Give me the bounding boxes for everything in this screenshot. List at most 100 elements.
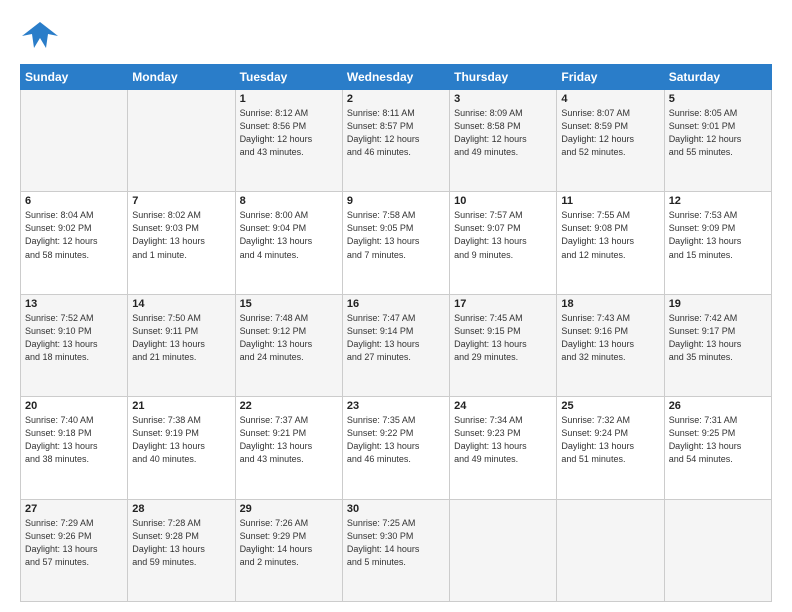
header <box>20 18 772 54</box>
calendar-cell <box>664 499 771 601</box>
day-info: Sunrise: 7:43 AM Sunset: 9:16 PM Dayligh… <box>561 312 659 364</box>
day-info: Sunrise: 8:11 AM Sunset: 8:57 PM Dayligh… <box>347 107 445 159</box>
day-number: 3 <box>454 93 552 105</box>
weekday-header-friday: Friday <box>557 65 664 90</box>
logo <box>20 18 64 54</box>
calendar-cell: 24 Sunrise: 7:34 AM Sunset: 9:23 PM Dayli… <box>450 397 557 499</box>
day-info: Sunrise: 7:26 AM Sunset: 9:29 PM Dayligh… <box>240 517 338 569</box>
day-number: 29 <box>240 503 338 515</box>
calendar-cell: 27Sunrise: 7:29 AM Sunset: 9:26 PM Dayli… <box>21 499 128 601</box>
day-info: Sunrise: 8:04 AM Sunset: 9:02 PM Dayligh… <box>25 209 123 261</box>
day-info: Sunrise: 8:02 AM Sunset: 9:03 PM Dayligh… <box>132 209 230 261</box>
day-number: 15 <box>240 298 338 310</box>
day-number: 26 <box>669 400 767 412</box>
calendar-cell: 9Sunrise: 7:58 AM Sunset: 9:05 PM Daylig… <box>342 192 449 294</box>
calendar-cell: 13 Sunrise: 7:52 AM Sunset: 9:10 PM Dayli… <box>21 294 128 396</box>
calendar-cell <box>21 90 128 192</box>
day-number: 23 <box>347 400 445 412</box>
day-number: 21 <box>132 400 230 412</box>
calendar-cell: 4 Sunrise: 8:07 AM Sunset: 8:59 PM Daylig… <box>557 90 664 192</box>
day-number: 1 <box>240 93 338 105</box>
weekday-header-row: SundayMondayTuesdayWednesdayThursdayFrid… <box>21 65 772 90</box>
day-info: Sunrise: 8:00 AM Sunset: 9:04 PM Dayligh… <box>240 209 338 261</box>
calendar-cell <box>128 90 235 192</box>
day-info: Sunrise: 7:28 AM Sunset: 9:28 PM Dayligh… <box>132 517 230 569</box>
day-info: Sunrise: 7:52 AM Sunset: 9:10 PM Dayligh… <box>25 312 123 364</box>
day-number: 17 <box>454 298 552 310</box>
day-info: Sunrise: 7:31 AM Sunset: 9:25 PM Dayligh… <box>669 414 767 466</box>
weekday-header-monday: Monday <box>128 65 235 90</box>
calendar-cell: 1 Sunrise: 8:12 AM Sunset: 8:56 PM Daylig… <box>235 90 342 192</box>
day-info: Sunrise: 7:25 AM Sunset: 9:30 PM Dayligh… <box>347 517 445 569</box>
calendar-week-1: 1 Sunrise: 8:12 AM Sunset: 8:56 PM Daylig… <box>21 90 772 192</box>
day-info: Sunrise: 7:45 AM Sunset: 9:15 PM Dayligh… <box>454 312 552 364</box>
calendar-cell: 28 Sunrise: 7:28 AM Sunset: 9:28 PM Dayli… <box>128 499 235 601</box>
day-info: Sunrise: 7:37 AM Sunset: 9:21 PM Dayligh… <box>240 414 338 466</box>
calendar-cell: 3 Sunrise: 8:09 AM Sunset: 8:58 PM Daylig… <box>450 90 557 192</box>
day-number: 2 <box>347 93 445 105</box>
day-number: 13 <box>25 298 123 310</box>
calendar-cell: 15 Sunrise: 7:48 AM Sunset: 9:12 PM Dayli… <box>235 294 342 396</box>
calendar-cell: 10 Sunrise: 7:57 AM Sunset: 9:07 PM Dayli… <box>450 192 557 294</box>
calendar-cell: 21 Sunrise: 7:38 AM Sunset: 9:19 PM Dayli… <box>128 397 235 499</box>
day-info: Sunrise: 7:57 AM Sunset: 9:07 PM Dayligh… <box>454 209 552 261</box>
calendar-cell: 19Sunrise: 7:42 AM Sunset: 9:17 PM Dayli… <box>664 294 771 396</box>
calendar-cell: 29 Sunrise: 7:26 AM Sunset: 9:29 PM Dayli… <box>235 499 342 601</box>
day-info: Sunrise: 7:47 AM Sunset: 9:14 PM Dayligh… <box>347 312 445 364</box>
calendar-cell: 5 Sunrise: 8:05 AM Sunset: 9:01 PM Daylig… <box>664 90 771 192</box>
calendar-week-4: 20 Sunrise: 7:40 AM Sunset: 9:18 PM Dayli… <box>21 397 772 499</box>
calendar-cell: 8Sunrise: 8:00 AM Sunset: 9:04 PM Daylig… <box>235 192 342 294</box>
day-info: Sunrise: 8:12 AM Sunset: 8:56 PM Dayligh… <box>240 107 338 159</box>
day-info: Sunrise: 7:38 AM Sunset: 9:19 PM Dayligh… <box>132 414 230 466</box>
calendar-cell: 11 Sunrise: 7:55 AM Sunset: 9:08 PM Dayli… <box>557 192 664 294</box>
day-info: Sunrise: 7:50 AM Sunset: 9:11 PM Dayligh… <box>132 312 230 364</box>
day-number: 28 <box>132 503 230 515</box>
day-number: 20 <box>25 400 123 412</box>
weekday-header-wednesday: Wednesday <box>342 65 449 90</box>
day-info: Sunrise: 7:55 AM Sunset: 9:08 PM Dayligh… <box>561 209 659 261</box>
day-number: 16 <box>347 298 445 310</box>
calendar-cell: 25Sunrise: 7:32 AM Sunset: 9:24 PM Dayli… <box>557 397 664 499</box>
calendar-cell: 6 Sunrise: 8:04 AM Sunset: 9:02 PM Daylig… <box>21 192 128 294</box>
calendar-week-2: 6 Sunrise: 8:04 AM Sunset: 9:02 PM Daylig… <box>21 192 772 294</box>
day-info: Sunrise: 8:05 AM Sunset: 9:01 PM Dayligh… <box>669 107 767 159</box>
calendar-cell <box>450 499 557 601</box>
calendar-cell: 17 Sunrise: 7:45 AM Sunset: 9:15 PM Dayli… <box>450 294 557 396</box>
weekday-header-tuesday: Tuesday <box>235 65 342 90</box>
calendar-cell: 26 Sunrise: 7:31 AM Sunset: 9:25 PM Dayli… <box>664 397 771 499</box>
day-number: 25 <box>561 400 659 412</box>
calendar-cell: 23 Sunrise: 7:35 AM Sunset: 9:22 PM Dayli… <box>342 397 449 499</box>
day-number: 18 <box>561 298 659 310</box>
calendar-week-3: 13 Sunrise: 7:52 AM Sunset: 9:10 PM Dayli… <box>21 294 772 396</box>
calendar-cell: 30Sunrise: 7:25 AM Sunset: 9:30 PM Dayli… <box>342 499 449 601</box>
day-info: Sunrise: 8:09 AM Sunset: 8:58 PM Dayligh… <box>454 107 552 159</box>
day-info: Sunrise: 7:58 AM Sunset: 9:05 PM Dayligh… <box>347 209 445 261</box>
day-number: 24 <box>454 400 552 412</box>
day-number: 12 <box>669 195 767 207</box>
day-number: 6 <box>25 195 123 207</box>
day-number: 22 <box>240 400 338 412</box>
day-info: Sunrise: 7:34 AM Sunset: 9:23 PM Dayligh… <box>454 414 552 466</box>
day-info: Sunrise: 7:40 AM Sunset: 9:18 PM Dayligh… <box>25 414 123 466</box>
weekday-header-sunday: Sunday <box>21 65 128 90</box>
day-number: 5 <box>669 93 767 105</box>
calendar-cell: 20 Sunrise: 7:40 AM Sunset: 9:18 PM Dayli… <box>21 397 128 499</box>
day-number: 4 <box>561 93 659 105</box>
day-info: Sunrise: 8:07 AM Sunset: 8:59 PM Dayligh… <box>561 107 659 159</box>
logo-bird-icon <box>20 18 60 54</box>
day-number: 10 <box>454 195 552 207</box>
day-info: Sunrise: 7:35 AM Sunset: 9:22 PM Dayligh… <box>347 414 445 466</box>
day-number: 14 <box>132 298 230 310</box>
day-number: 11 <box>561 195 659 207</box>
calendar-week-5: 27Sunrise: 7:29 AM Sunset: 9:26 PM Dayli… <box>21 499 772 601</box>
day-info: Sunrise: 7:29 AM Sunset: 9:26 PM Dayligh… <box>25 517 123 569</box>
day-info: Sunrise: 7:42 AM Sunset: 9:17 PM Dayligh… <box>669 312 767 364</box>
day-info: Sunrise: 7:48 AM Sunset: 9:12 PM Dayligh… <box>240 312 338 364</box>
calendar-cell: 12Sunrise: 7:53 AM Sunset: 9:09 PM Dayli… <box>664 192 771 294</box>
calendar-cell: 2 Sunrise: 8:11 AM Sunset: 8:57 PM Daylig… <box>342 90 449 192</box>
calendar-cell: 16 Sunrise: 7:47 AM Sunset: 9:14 PM Dayli… <box>342 294 449 396</box>
calendar-cell: 22 Sunrise: 7:37 AM Sunset: 9:21 PM Dayli… <box>235 397 342 499</box>
day-number: 7 <box>132 195 230 207</box>
page: SundayMondayTuesdayWednesdayThursdayFrid… <box>0 0 792 612</box>
calendar-cell: 7 Sunrise: 8:02 AM Sunset: 9:03 PM Daylig… <box>128 192 235 294</box>
